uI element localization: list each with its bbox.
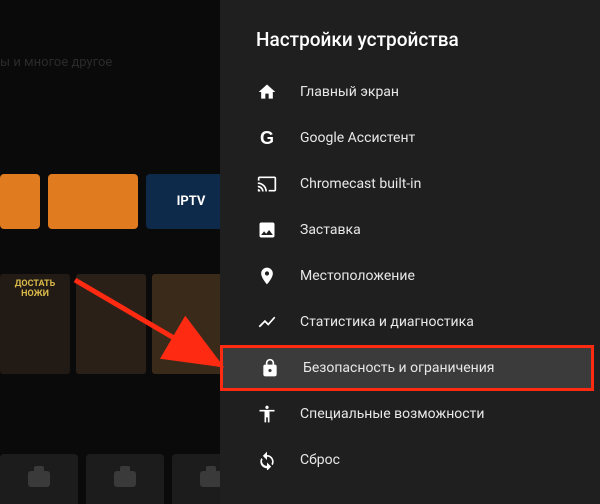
menu-label: Безопасность и ограничения [303, 360, 494, 376]
bottom-tile[interactable] [0, 454, 78, 504]
settings-menu: Главный экран G Google Ассистент Chromec… [220, 69, 600, 483]
poster[interactable] [76, 274, 146, 374]
poster-label: ДОСТАТЬНОЖИ [15, 280, 55, 300]
location-icon [256, 265, 278, 287]
reset-icon [256, 449, 278, 471]
menu-label: Местоположение [300, 268, 415, 284]
camera-icon [114, 471, 136, 487]
poster-label: ПРЕ [178, 340, 195, 350]
menu-label: Сброс [300, 452, 340, 468]
menu-label: Специальные возможности [300, 406, 484, 422]
menu-label: Chromecast built-in [300, 176, 421, 192]
bottom-tile[interactable] [86, 454, 164, 504]
bottom-row [0, 454, 250, 504]
app-tile[interactable] [0, 174, 40, 229]
screensaver-icon [256, 219, 278, 241]
poster-row: ДОСТАТЬНОЖИ ПРЕ [0, 274, 222, 374]
menu-item-accessibility[interactable]: Специальные возможности [220, 391, 600, 437]
menu-item-stats[interactable]: Статистика и диагностика [220, 299, 600, 345]
menu-item-reset[interactable]: Сброс [220, 437, 600, 483]
bg-text-fragment: ы и многое другое [0, 55, 112, 70]
poster[interactable]: ПРЕ [152, 274, 222, 374]
app-tile[interactable] [48, 174, 138, 229]
menu-label: Главный экран [300, 84, 399, 100]
camera-icon [28, 471, 50, 487]
google-icon: G [256, 127, 278, 149]
panel-title: Настройки устройства [220, 28, 600, 69]
menu-label: Заставка [300, 222, 361, 238]
menu-label: Google Ассистент [300, 130, 415, 146]
menu-item-location[interactable]: Местоположение [220, 253, 600, 299]
app-row: IPTV [0, 174, 236, 229]
settings-panel: Настройки устройства Главный экран G Goo… [220, 0, 600, 504]
poster[interactable]: ДОСТАТЬНОЖИ [0, 274, 70, 374]
menu-item-security[interactable]: Безопасность и ограничения [220, 345, 594, 391]
menu-item-chromecast[interactable]: Chromecast built-in [220, 161, 600, 207]
cast-icon [256, 173, 278, 195]
accessibility-icon [256, 403, 278, 425]
lock-icon [259, 357, 281, 379]
menu-item-screensaver[interactable]: Заставка [220, 207, 600, 253]
menu-item-google-assistant[interactable]: G Google Ассистент [220, 115, 600, 161]
home-icon [256, 81, 278, 103]
stats-icon [256, 311, 278, 333]
camera-icon [200, 471, 222, 487]
menu-label: Статистика и диагностика [300, 314, 474, 330]
menu-item-home[interactable]: Главный экран [220, 69, 600, 115]
